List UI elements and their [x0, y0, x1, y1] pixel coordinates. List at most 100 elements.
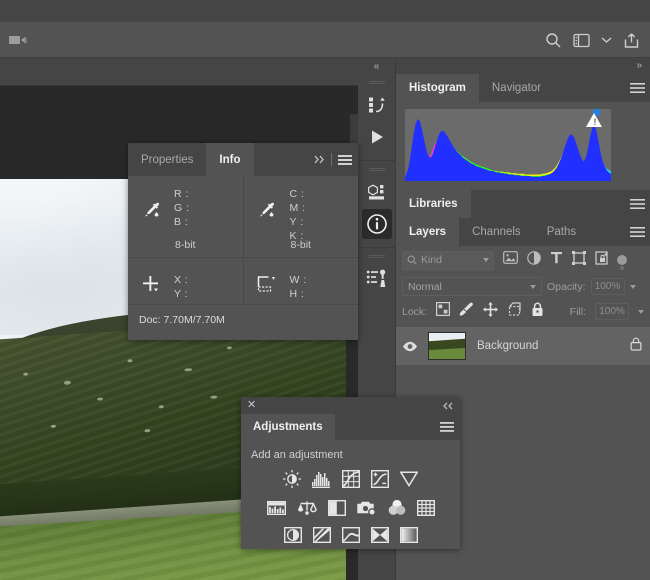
r-label: R : — [174, 188, 189, 200]
info-icon[interactable] — [362, 209, 392, 239]
histogram-chart[interactable]: ! — [405, 109, 611, 181]
right-collapse-icon[interactable]: » — [636, 60, 642, 71]
lock-all-padlock-icon[interactable] — [531, 302, 544, 322]
gradient-map-icon[interactable] — [371, 527, 389, 548]
title-bar — [0, 0, 650, 22]
color-balance-icon[interactable] — [297, 500, 317, 521]
filter-enable-toggle[interactable] — [617, 255, 627, 265]
properties-3d-icon[interactable] — [362, 177, 392, 207]
levels-icon[interactable] — [312, 471, 331, 493]
menu-bar — [0, 22, 650, 58]
double-chevron-right-icon[interactable] — [308, 143, 331, 176]
threshold-icon[interactable] — [342, 527, 360, 548]
tab-adjustments[interactable]: Adjustments — [241, 414, 335, 440]
layer-thumbnail[interactable] — [428, 332, 466, 360]
filter-smartobject-icon[interactable] — [595, 251, 608, 270]
filter-kind-label: Kind — [421, 254, 442, 266]
invert-icon[interactable] — [284, 527, 302, 548]
selective-color-icon[interactable] — [400, 527, 418, 548]
search-icon[interactable] — [545, 32, 562, 49]
eye-icon[interactable] — [400, 341, 420, 352]
tab-paths[interactable]: Paths — [534, 218, 589, 246]
coord-readouts: X : Y : W : H : — [128, 258, 358, 305]
b-label: B : — [174, 216, 188, 228]
filter-kind-select[interactable]: Kind — [402, 251, 494, 270]
brightness-contrast-icon[interactable] — [283, 470, 301, 493]
posterize-icon[interactable] — [313, 527, 331, 548]
tab-layers[interactable]: Layers — [396, 218, 459, 246]
layers-panel-body: Kind — [396, 246, 650, 365]
brush-presets-icon[interactable] — [362, 264, 392, 294]
w-label: W : — [290, 274, 307, 286]
double-chevron-left-icon[interactable] — [442, 397, 454, 415]
lock-image-brush-icon[interactable] — [459, 302, 474, 322]
lock-artboard-icon[interactable] — [507, 302, 522, 322]
layers-tab-strip: Layers Channels Paths — [396, 218, 650, 246]
black-and-white-icon[interactable] — [328, 500, 346, 521]
dock-collapse-button[interactable]: « — [358, 58, 395, 74]
tab-channels[interactable]: Channels — [459, 218, 534, 246]
document-tab-bar[interactable] — [0, 58, 358, 86]
c-label: C : — [290, 188, 305, 200]
hue-saturation-icon[interactable] — [267, 500, 286, 521]
hamburger-menu-icon[interactable] — [624, 190, 650, 218]
filter-adjustment-icon[interactable] — [527, 251, 541, 270]
blend-mode-select[interactable]: Normal — [402, 277, 542, 296]
dock-group-properties — [358, 161, 395, 248]
tab-libraries[interactable]: Libraries — [396, 190, 471, 218]
share-export-icon[interactable] — [623, 32, 640, 49]
tab-info[interactable]: Info — [206, 143, 253, 176]
opacity-input[interactable]: 100% — [591, 278, 625, 295]
chevron-down-icon[interactable] — [530, 285, 536, 289]
tab-libraries-label: Libraries — [409, 198, 458, 210]
adjustments-body: Add an adjustment — [241, 440, 460, 551]
hamburger-menu-icon[interactable] — [624, 74, 650, 102]
fill-input[interactable]: 100% — [595, 303, 629, 320]
opacity-chevron-down-icon[interactable] — [630, 285, 636, 289]
color-lookup-icon[interactable] — [417, 500, 435, 521]
rgb-readout: R : G : B : 8-bit — [128, 176, 243, 257]
fill-chevron-down-icon[interactable] — [638, 310, 644, 314]
close-icon[interactable]: ✕ — [247, 400, 256, 411]
wh-labels: W : H : — [290, 269, 307, 301]
hamburger-menu-icon[interactable] — [332, 143, 358, 176]
adjustments-title-bar[interactable]: ✕ — [241, 397, 460, 414]
chevron-down-icon[interactable] — [483, 258, 489, 262]
wh-readout: W : H : — [243, 258, 359, 304]
photo-filter-icon[interactable] — [357, 500, 377, 521]
filter-type-icon[interactable] — [550, 251, 563, 269]
tab-histogram[interactable]: Histogram — [396, 74, 479, 102]
exposure-icon[interactable] — [371, 470, 389, 493]
workspace-layout-icon[interactable] — [573, 33, 590, 48]
filter-shape-icon[interactable] — [572, 251, 586, 270]
actions-play-icon[interactable] — [362, 122, 392, 152]
dock-grip[interactable] — [369, 81, 385, 85]
tab-properties[interactable]: Properties — [128, 143, 206, 176]
tab-navigator[interactable]: Navigator — [479, 74, 554, 102]
tab-info-label: Info — [219, 154, 240, 166]
curves-icon[interactable] — [342, 470, 360, 493]
dock-grip[interactable] — [369, 168, 385, 172]
photoshop-window: « — [0, 0, 650, 580]
hamburger-menu-icon[interactable] — [624, 218, 650, 246]
eyedropper-icon — [128, 187, 174, 218]
history-icon[interactable] — [362, 90, 392, 120]
table-row[interactable]: Background — [396, 327, 650, 365]
tab-adjustments-label: Adjustments — [253, 421, 323, 433]
padlock-icon[interactable] — [630, 337, 642, 356]
adjustments-floating-panel: ✕ Adjustments Add an adjustment — [241, 397, 460, 549]
search-icon — [407, 255, 417, 265]
filter-pixel-icon[interactable] — [503, 251, 518, 269]
channel-mixer-icon[interactable] — [388, 499, 406, 521]
dock-grip[interactable] — [369, 255, 385, 259]
vibrance-icon[interactable] — [400, 471, 418, 492]
tab-histogram-label: Histogram — [409, 82, 466, 94]
right-panel-collapse-row[interactable]: » — [396, 58, 650, 74]
info-tab-strip: Properties Info — [128, 143, 358, 176]
chevron-down-icon[interactable] — [601, 36, 612, 44]
lock-transparency-icon[interactable] — [436, 302, 450, 321]
hamburger-menu-icon[interactable] — [434, 414, 460, 440]
lock-position-move-icon[interactable] — [483, 302, 498, 322]
xy-labels: X : Y : — [174, 269, 188, 301]
cmyk-bit-depth: 8-bit — [244, 239, 359, 251]
